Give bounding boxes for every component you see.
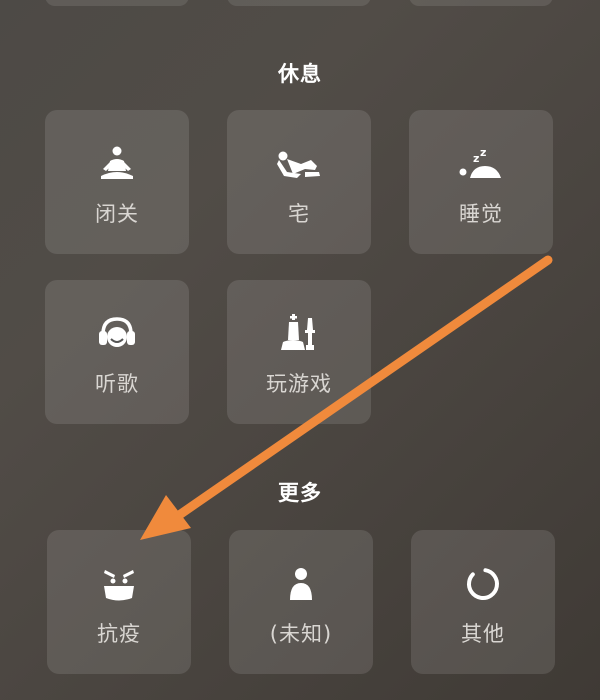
tile-home[interactable]: 宅 bbox=[227, 110, 371, 254]
face-mask-icon bbox=[47, 564, 191, 604]
section-title-more: 更多 bbox=[278, 481, 322, 505]
tile-label: (未知) bbox=[269, 622, 333, 646]
tile-unknown[interactable]: (未知) bbox=[229, 530, 373, 674]
svg-text:z: z bbox=[480, 146, 486, 159]
tile-label: 其他 bbox=[461, 622, 505, 646]
section-title-rest: 休息 bbox=[278, 62, 322, 86]
tile-label: 宅 bbox=[288, 202, 310, 226]
tile-retreat[interactable]: 闭关 bbox=[45, 110, 189, 254]
headphones-icon bbox=[45, 314, 189, 354]
tile-stub-middle bbox=[227, 0, 371, 6]
tile-label: 玩游戏 bbox=[266, 372, 332, 396]
person-icon bbox=[229, 564, 373, 604]
lounging-icon bbox=[227, 144, 371, 184]
tile-stub-left bbox=[45, 0, 189, 6]
loading-ring-icon bbox=[411, 564, 555, 604]
chess-pieces-icon bbox=[227, 314, 371, 354]
tile-other[interactable]: 其他 bbox=[411, 530, 555, 674]
tile-stub-right bbox=[409, 0, 553, 6]
tile-label: 闭关 bbox=[95, 202, 139, 226]
tile-epidemic[interactable]: 抗疫 bbox=[47, 530, 191, 674]
tile-label: 睡觉 bbox=[459, 202, 503, 226]
tile-label: 抗疫 bbox=[97, 622, 141, 646]
tile-gaming[interactable]: 玩游戏 bbox=[227, 280, 371, 424]
tile-label: 听歌 bbox=[95, 372, 139, 396]
sleep-icon: z z bbox=[409, 144, 553, 184]
meditation-icon bbox=[45, 144, 189, 184]
tile-music[interactable]: 听歌 bbox=[45, 280, 189, 424]
tile-sleep[interactable]: z z 睡觉 bbox=[409, 110, 553, 254]
svg-text:z: z bbox=[473, 152, 479, 165]
